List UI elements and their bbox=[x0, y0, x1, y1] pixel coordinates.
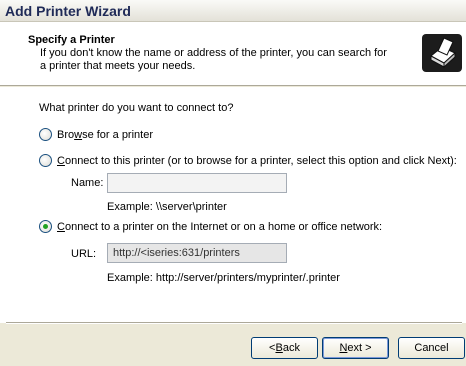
name-field[interactable] bbox=[107, 173, 287, 193]
url-field[interactable]: http://<iseries:631/printers bbox=[107, 243, 287, 263]
connect-internet-radio[interactable] bbox=[39, 220, 52, 233]
button-text: ack bbox=[282, 342, 300, 354]
header-title: Specify a Printer bbox=[28, 34, 115, 46]
name-label: Name: bbox=[71, 177, 104, 189]
footer-divider bbox=[6, 322, 462, 324]
button-text: ext > bbox=[347, 342, 372, 354]
browse-option[interactable]: Browse for a printer bbox=[39, 128, 153, 141]
browse-option-label: Browse for a printer bbox=[57, 129, 153, 141]
connect-internet-option-label: Connect to a printer on the Internet or … bbox=[57, 221, 382, 233]
connect-named-option[interactable]: Connect to this printer (or to browse fo… bbox=[39, 154, 457, 167]
wizard-header: Specify a Printer If you don't know the … bbox=[0, 22, 466, 86]
add-printer-wizard-window: Add Printer Wizard Specify a Printer If … bbox=[0, 0, 466, 366]
browse-radio[interactable] bbox=[39, 128, 52, 141]
window-title: Add Printer Wizard bbox=[0, 0, 466, 22]
label-accel: w bbox=[74, 128, 83, 141]
button-accel: N bbox=[339, 342, 348, 354]
connect-named-option-label: Connect to this printer (or to browse fo… bbox=[57, 155, 457, 167]
label-accel: C bbox=[57, 220, 65, 233]
label-part: onnect to this printer (or to browse for… bbox=[64, 154, 457, 167]
header-subtitle: If you don't know the name or address of… bbox=[40, 47, 387, 72]
next-button[interactable]: Next > bbox=[322, 337, 389, 359]
url-label: URL: bbox=[71, 248, 97, 260]
label-part: Bro bbox=[57, 128, 75, 141]
url-example: Example: http://server/printers/myprinte… bbox=[107, 272, 340, 284]
printer-icon bbox=[422, 34, 462, 72]
label-accel: C bbox=[57, 154, 65, 167]
label-part: onnect to a printer on the Internet or o… bbox=[64, 220, 383, 233]
connect-named-radio[interactable] bbox=[39, 154, 52, 167]
cancel-button[interactable]: Cancel bbox=[398, 337, 465, 359]
wizard-body bbox=[0, 87, 466, 323]
question-label: What printer do you want to connect to? bbox=[39, 102, 234, 114]
back-button[interactable]: < Back bbox=[251, 337, 318, 359]
name-example: Example: \\server\printer bbox=[107, 201, 227, 213]
label-part: se for a printer bbox=[82, 128, 153, 141]
button-accel: B bbox=[275, 342, 283, 354]
connect-internet-option[interactable]: Connect to a printer on the Internet or … bbox=[39, 220, 382, 233]
